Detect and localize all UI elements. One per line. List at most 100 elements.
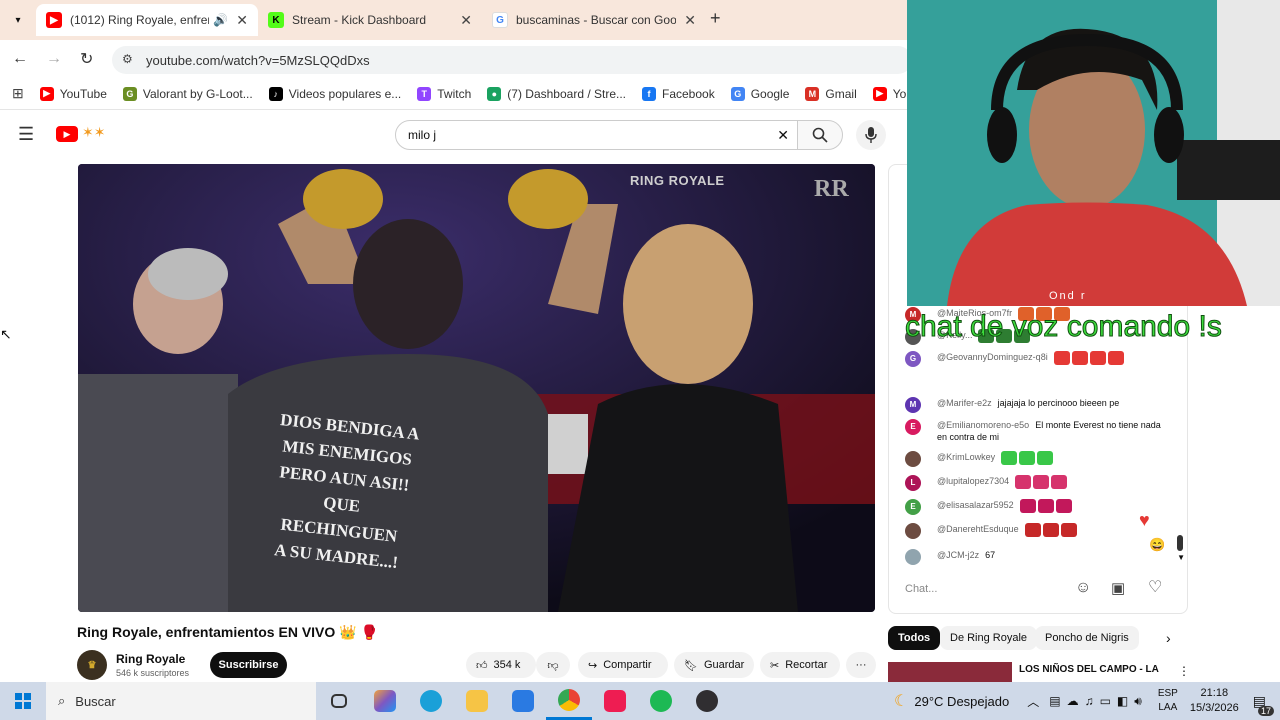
webcam-overlay: Ond r [907,0,1280,306]
bookmark-label: Google [750,86,790,101]
shirt-text: DIOS BENDIGA A MIS ENEMIGOS PERO AUN ASI… [260,407,425,578]
chat-message[interactable]: G @GeovannyDominguez-q8i [905,351,1171,367]
tray-icons[interactable]: ▤☁♫▭◧🔊︎ [1049,694,1148,709]
notification-count: 17 [1257,705,1274,716]
chat-input[interactable]: Chat... [905,578,1085,600]
tiktok-icon[interactable] [592,682,638,720]
language-indicator[interactable]: ESP LAA [1158,687,1178,715]
bookmark-label: YouTu [892,86,907,101]
chat-message[interactable]: L @lupitalopez7304 [905,475,1171,491]
chat-message[interactable]: @JCM-j2z 67 [905,549,1171,565]
subscribe-button[interactable]: Suscribirse [210,652,287,678]
bookmark-item[interactable]: ▶ YouTu [872,86,907,101]
cursor-icon: ↖ [0,326,12,342]
channel-name[interactable]: Ring Royale [116,652,185,666]
obs-icon[interactable] [684,682,730,720]
rec-thumbnail[interactable] [888,662,1012,682]
bookmark-item[interactable]: ● (7) Dashboard / Stre... [487,86,626,101]
tab-google[interactable]: G buscaminas - Buscar con Google ✕ [482,4,706,36]
heart-icon[interactable]: ♡ [1148,577,1162,597]
dislike-button[interactable]: 👎︎ [536,652,570,678]
file-explorer-icon[interactable] [454,682,500,720]
share-button[interactable]: ↪ Compartir [578,652,668,678]
start-button[interactable] [0,682,46,720]
speaker-icon[interactable]: 🔊 [213,13,228,27]
clear-search-icon[interactable]: ✕ [777,127,789,144]
chip-ring-royale[interactable]: De Ring Royale [940,626,1038,650]
close-tab-icon[interactable]: ✕ [460,12,472,29]
chat-message[interactable]: M @Marifer-e2z jajajaja lo percinooo bieee… [905,397,1171,413]
bookmark-item[interactable]: f Facebook [642,86,715,101]
edge-icon[interactable] [408,682,454,720]
rec-title[interactable]: LOS NIÑOS DEL CAMPO - LA [1019,664,1159,675]
doodle-icon: ✶✶ [82,124,106,140]
rec-more-icon[interactable]: ⋮ [1178,664,1190,678]
chrome-icon[interactable] [546,682,592,720]
taskbar: ⌕ Buscar ☾ 29°C Despejado ︿ ▤☁♫▭◧🔊︎ ESP … [0,682,1280,720]
apps-grid-icon[interactable]: ⊞ [12,85,24,102]
channel-avatar[interactable]: ♛ [77,650,107,680]
store-icon[interactable] [500,682,546,720]
chip-poncho[interactable]: Poncho de Nigris [1035,626,1139,650]
bookmark-item[interactable]: G Valorant by G-Loot... [122,86,253,101]
scroll-down-icon[interactable]: ▼ [1177,553,1185,562]
close-tab-icon[interactable]: ✕ [684,12,696,29]
mic-button[interactable] [856,120,886,150]
chat-message[interactable]: E @Emilianomoreno-e5o El monte Everest no … [905,419,1171,443]
weather-text[interactable]: 29°C Despejado [914,694,1009,709]
bookmark-item[interactable]: ▶ YouTube [39,86,107,101]
close-tab-icon[interactable]: ✕ [236,12,248,29]
chip-todos[interactable]: Todos [888,626,941,650]
url-field[interactable]: ⚙ youtube.com/watch?v=5MzSLQQdDxs [112,46,912,74]
save-label: Guardar [703,659,745,671]
spotify-icon[interactable] [638,682,684,720]
bookmark-item[interactable]: T Twitch [417,86,471,101]
bookmark-item[interactable]: M Gmail [805,86,857,101]
forward-icon[interactable]: → [46,50,62,68]
back-icon[interactable]: ← [12,50,28,68]
search-input[interactable]: milo j ✕ [395,120,798,150]
weather-icon[interactable]: ☾ [894,691,908,711]
clock-date: 15/3/2026 [1189,702,1239,714]
bookmark-label: YouTube [59,86,107,101]
chat-emote-icon [1033,475,1050,489]
chat-message[interactable]: @DanerehtEsduque [905,523,1171,539]
reload-icon[interactable]: ↻ [80,49,93,69]
notifications-icon[interactable]: ▤ 17 [1253,693,1274,716]
tab-youtube[interactable]: ▶ (1012) Ring Royale, enfrentamientos EN… [36,4,258,36]
chat-username: @Marifer-e2z [937,398,992,408]
search-button[interactable] [797,120,843,150]
chat-emote-icon [1071,351,1088,365]
taskbar-search[interactable]: ⌕ Buscar [46,682,316,720]
more-actions-button[interactable]: ··· [846,652,876,678]
save-button[interactable]: 🔖︎ Guardar [674,652,754,678]
new-tab-icon[interactable]: + [710,8,721,29]
menu-icon[interactable]: ☰ [18,124,34,145]
clock[interactable]: 21:18 15/3/2026 [1190,686,1239,716]
chat-message[interactable]: @KrimLowkey [905,451,1171,467]
tab-search-button[interactable]: ▾ [8,10,28,30]
bookmark-item[interactable]: ♪ Videos populares e... [268,86,401,101]
video-player[interactable]: RING ROYALE RR DIOS BENDIGA A MIS ENEMIG… [78,164,875,612]
clock-time: 21:18 [1200,687,1229,699]
chevron-right-icon[interactable]: › [1166,630,1171,646]
clip-button[interactable]: ✂ Recortar [760,652,840,678]
chat-scrollbar[interactable] [1177,535,1183,551]
bookmark-item[interactable]: G Google [730,86,790,101]
copilot-icon[interactable] [362,682,408,720]
webcam-caption: Ond r [1049,290,1087,302]
windows-icon [15,693,31,709]
floating-heart-icon: ♥ [1139,510,1150,530]
youtube-logo[interactable]: ▶ [56,126,78,142]
super-chat-icon[interactable]: ▣ [1111,579,1125,597]
site-info-icon[interactable]: ⚙ [122,52,133,66]
task-view-icon[interactable] [316,682,362,720]
chat-avatar: G [905,351,921,367]
emoji-icon[interactable]: ☺ [1075,579,1091,597]
floating-smile-icon: 😄 [1149,537,1166,552]
like-button[interactable]: 👍︎ 354 k [466,652,536,678]
tray-chevron-icon[interactable]: ︿ [1027,693,1039,710]
chat-message[interactable]: E @elisasalazar5952 [905,499,1171,515]
thumbs-up-icon: 👍︎ [476,659,488,672]
tab-kick[interactable]: K Stream - Kick Dashboard ✕ [258,4,482,36]
